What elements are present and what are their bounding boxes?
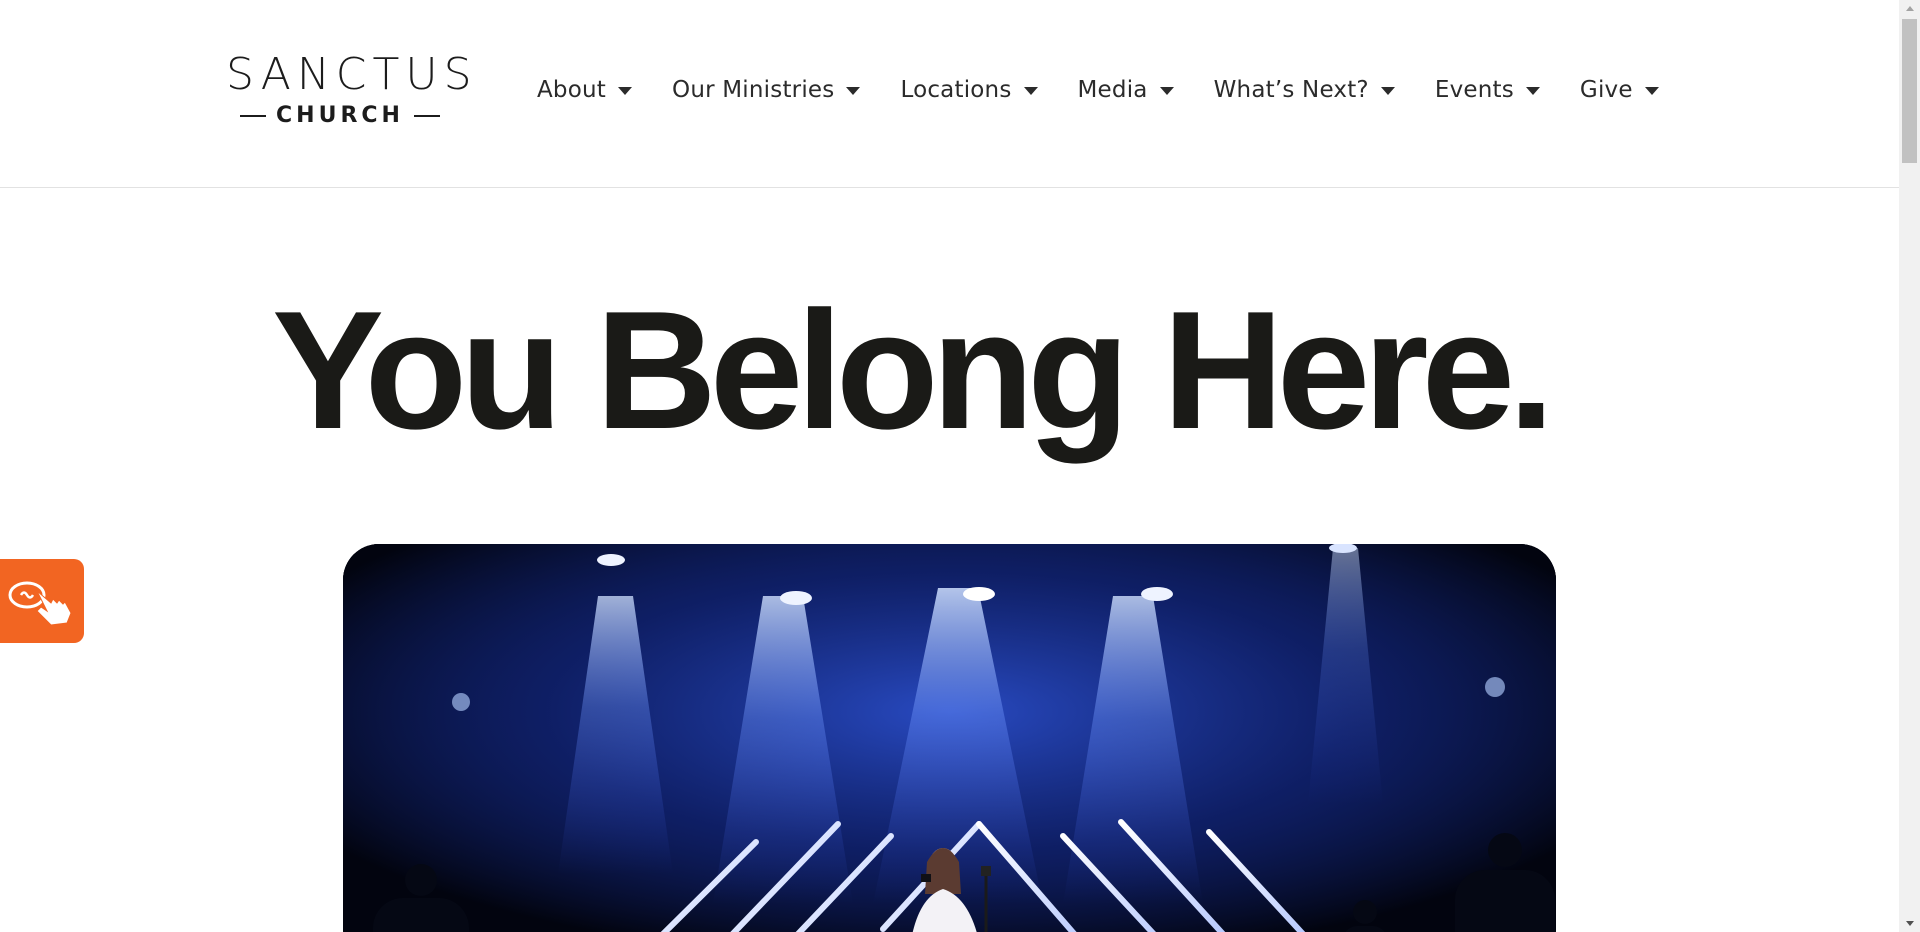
logo-subline: CHURCH [226,104,454,128]
nav-item-give[interactable]: Give [1580,77,1659,103]
hero-title: You Belong Here. [272,276,1555,464]
scroll-thumb[interactable] [1902,19,1917,163]
logo-dash-right [413,115,440,117]
nav-item-label: What’s Next? [1213,77,1369,103]
logo-subtext: CHURCH [276,103,404,128]
nav-item-about[interactable]: About [537,77,633,103]
logo[interactable]: SANCTUS CHURCH [226,49,478,132]
nav-item-label: Our Ministries [672,77,835,103]
caret-down-icon [1644,87,1659,95]
main-nav: About Our Ministries Locations Media Wha… [537,72,1659,108]
caret-down-icon [1159,87,1174,95]
nav-item-label: About [537,77,607,103]
worship-stage-illustration [343,544,1556,932]
accessibility-button[interactable] [0,559,84,643]
nav-item-label: Events [1434,77,1514,103]
arrow-down-icon [1905,921,1914,926]
caret-down-icon [1023,87,1038,95]
nav-item-our-ministries[interactable]: Our Ministries [672,77,861,103]
nav-item-media[interactable]: Media [1078,77,1174,103]
page: SANCTUS CHURCH About Our Ministries Loca… [0,0,1920,932]
scroll-up-arrow[interactable] [1899,0,1920,17]
logo-dash-left [240,115,267,117]
hero-image [343,544,1556,932]
nav-item-whats-next[interactable]: What’s Next? [1214,77,1395,103]
caret-down-icon [1525,87,1540,95]
caret-down-icon [1380,87,1395,95]
caret-down-icon [618,87,633,95]
nav-item-locations[interactable]: Locations [900,77,1038,103]
scroll-down-arrow[interactable] [1899,915,1920,932]
nav-item-events[interactable]: Events [1435,77,1540,103]
nav-item-label: Locations [900,77,1012,103]
nav-item-label: Give [1579,77,1633,103]
site-header: SANCTUS CHURCH About Our Ministries Loca… [0,0,1899,188]
vertical-scrollbar[interactable] [1899,0,1920,932]
arrow-up-icon [1905,6,1914,11]
caret-down-icon [846,87,861,95]
nav-item-label: Media [1077,77,1148,103]
accessibility-hand-icon [8,581,72,626]
logo-wordmark: SANCTUS [226,49,478,100]
